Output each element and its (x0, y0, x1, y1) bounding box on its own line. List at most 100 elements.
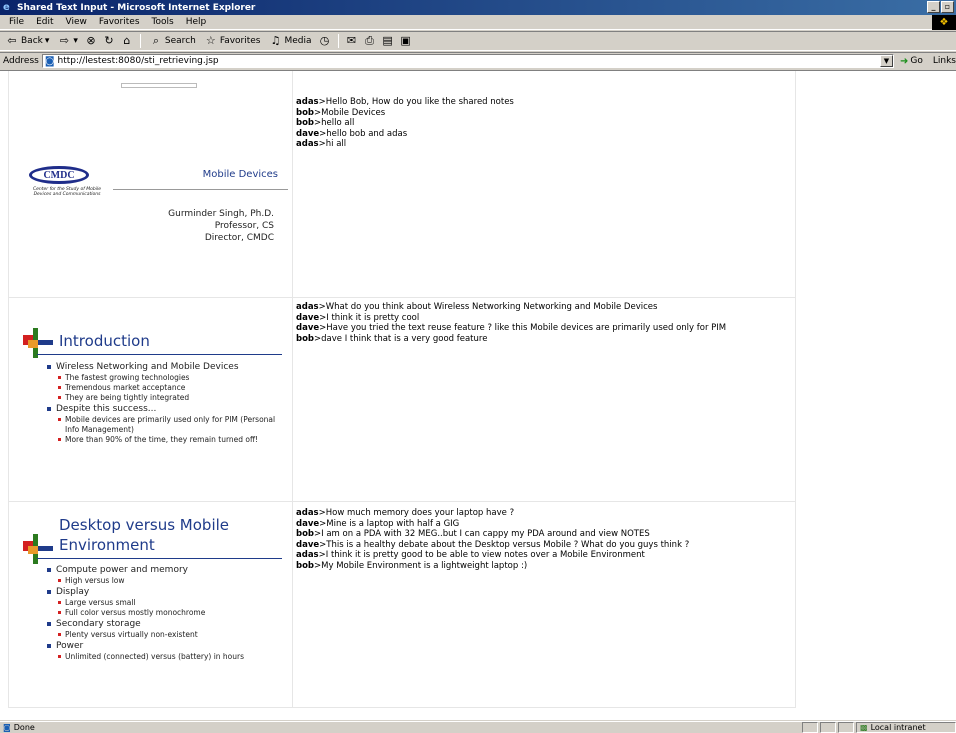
menu-bar: File Edit View Favorites Tools Help ❖ (0, 15, 956, 30)
stop-icon[interactable]: ⊗ (84, 34, 98, 48)
chat-message: dave>hello bob and adas (296, 128, 408, 139)
title-bar: e Shared Text Input - Microsoft Internet… (0, 0, 956, 15)
minimize-button[interactable]: _ (927, 1, 940, 13)
chat-message: dave>I think it is pretty cool (296, 312, 420, 323)
go-button[interactable]: ➜ Go (900, 56, 923, 67)
back-label: Back (21, 36, 43, 46)
window-title: Shared Text Input - Microsoft Internet E… (17, 2, 256, 13)
media-icon: ♫ (270, 34, 281, 47)
slide-desktop-vs-mobile: Desktop versus Mobile Environment Comput… (9, 502, 292, 707)
address-input[interactable]: ◙ http://lestest:8080/sti_retrieving.jsp… (41, 54, 894, 68)
refresh-icon[interactable]: ↻ (102, 34, 116, 48)
sub-bullet-item: Tremendous market acceptance (47, 383, 287, 393)
status-pane (820, 722, 836, 733)
address-label: Address (3, 56, 39, 66)
chat-message: bob>I am on a PDA with 32 MEG..but I can… (296, 529, 650, 539)
chat-message: bob>Mobile Devices (296, 107, 386, 118)
home-icon[interactable]: ⌂ (120, 34, 134, 48)
favorites-label: Favorites (219, 36, 261, 46)
links-button[interactable]: Links (933, 56, 956, 66)
favorites-button[interactable]: ☆ Favorites (202, 34, 263, 48)
chat-message: adas>What do you think about Wireless Ne… (296, 302, 658, 312)
ie-icon: e (3, 2, 10, 13)
slide-divider (113, 189, 288, 190)
forward-button[interactable]: ⇨ ▾ (55, 34, 80, 48)
page-content: CMDC Center for the Study of Mobile Devi… (0, 70, 956, 720)
menu-edit[interactable]: Edit (30, 17, 59, 27)
presenter-role: Professor, CS (214, 221, 274, 231)
sub-bullet-item: The fastest growing technologies (47, 373, 287, 383)
chat-message: dave>This is a healthy debate about the … (296, 539, 690, 550)
sub-bullet-item: Plenty versus virtually non-existent (47, 630, 287, 640)
print-icon[interactable]: ⎙ (363, 34, 377, 48)
chat-message: dave>Have you tried the text reuse featu… (296, 323, 727, 333)
forward-arrow-icon: ⇨ (59, 34, 69, 47)
status-pane (838, 722, 854, 733)
toolbar-separator (139, 34, 141, 48)
slide-decoration-icon (23, 534, 53, 564)
bullet-item: Power (47, 640, 287, 652)
chat-message: bob>dave I think that is a very good fea… (296, 333, 488, 344)
address-url: http://lestest:8080/sti_retrieving.jsp (57, 56, 219, 66)
search-label: Search (164, 36, 196, 46)
search-button[interactable]: ⌕ Search (147, 34, 198, 48)
status-pane (802, 722, 818, 733)
chat-notes: adas>What do you think about Wireless Ne… (293, 298, 795, 501)
favorites-icon: ☆ (205, 34, 216, 47)
chat-message: dave>Mine is a laptop with half a GIG (296, 518, 460, 529)
presenter-title: Director, CMDC (204, 233, 274, 243)
status-text: Done (13, 723, 35, 732)
presenter-info: Gurminder Singh, Ph.D. Professor, CS Dir… (168, 208, 274, 244)
status-bar: ◙ Done ▩ Local intranet (0, 721, 956, 733)
bullet-item: Compute power and memory (47, 564, 287, 576)
sub-bullet-item: They are being tightly integrated (47, 393, 287, 403)
address-dropdown-icon[interactable]: ▼ (880, 55, 893, 67)
media-button[interactable]: ♫ Media (267, 34, 314, 48)
restore-button[interactable]: ▫ (941, 1, 954, 13)
slide-header-bar (121, 83, 197, 88)
bullet-item: Display (47, 586, 287, 598)
chat-message: adas>I think it is pretty good to be abl… (296, 550, 645, 560)
chat-message: adas>How much memory does your laptop ha… (296, 508, 515, 518)
slide-heading: Introduction (59, 332, 150, 350)
menu-favorites[interactable]: Favorites (93, 17, 146, 27)
slide-underline (37, 354, 282, 355)
history-icon[interactable]: ◷ (318, 34, 332, 48)
cmdc-logo: CMDC (29, 166, 89, 184)
menu-view[interactable]: View (60, 17, 93, 27)
chat-message: bob>hello all (296, 118, 355, 128)
bullet-item: Despite this success... (47, 403, 287, 415)
chat-message: adas>hi all (296, 139, 347, 149)
forward-dropdown-icon[interactable]: ▾ (73, 36, 78, 46)
menu-file[interactable]: File (3, 17, 30, 27)
grid-line (795, 71, 796, 707)
back-dropdown-icon[interactable]: ▾ (45, 36, 50, 46)
search-icon: ⌕ (152, 34, 159, 47)
sub-bullet-item: High versus low (47, 576, 287, 586)
menu-tools[interactable]: Tools (146, 17, 180, 27)
slide-heading: Mobile Devices (202, 169, 278, 180)
security-zone: ▩ Local intranet (856, 722, 956, 733)
edit-icon[interactable]: ▤ (381, 34, 395, 48)
media-label: Media (284, 36, 312, 46)
bullet-item: Secondary storage (47, 618, 287, 630)
zone-label: Local intranet (870, 723, 926, 732)
back-arrow-icon: ⇦ (7, 34, 17, 47)
menu-help[interactable]: Help (180, 17, 213, 27)
mail-icon[interactable]: ✉ (345, 34, 359, 48)
windows-logo-icon: ❖ (932, 15, 956, 30)
page-icon: ◙ (44, 55, 55, 67)
discuss-icon[interactable]: ▣ (399, 34, 413, 48)
presenter-name: Gurminder Singh, Ph.D. (168, 209, 274, 219)
back-button[interactable]: ⇦ Back ▾ (3, 34, 51, 48)
address-bar: Address ◙ http://lestest:8080/sti_retrie… (0, 52, 956, 69)
slide-bullets: Wireless Networking and Mobile Devices T… (47, 361, 287, 445)
go-arrow-icon: ➜ (900, 55, 909, 67)
toolbar-separator (337, 34, 339, 48)
slide-underline (37, 558, 282, 559)
sub-bullet-item: Unlimited (connected) versus (battery) i… (47, 652, 287, 662)
bullet-item: Wireless Networking and Mobile Devices (47, 361, 287, 373)
sub-bullet-item: Mobile devices are primarily used only f… (47, 415, 287, 435)
slide-heading: Desktop versus Mobile Environment (59, 516, 230, 554)
toolbar: ⇦ Back ▾ ⇨ ▾ ⊗ ↻ ⌂ ⌕ Search ☆ Favorites … (0, 31, 956, 51)
